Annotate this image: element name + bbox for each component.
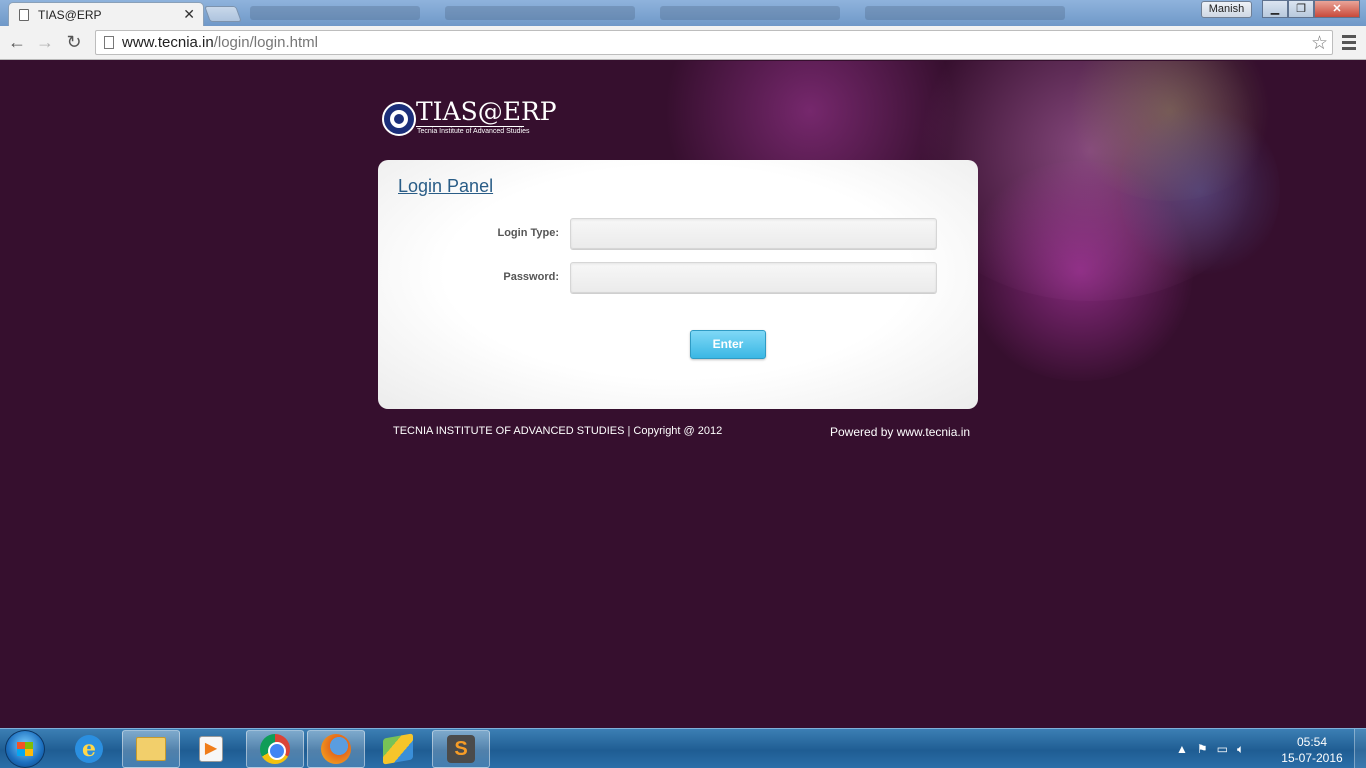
folder-icon <box>136 737 166 761</box>
clock-time: 05:54 <box>1296 735 1328 749</box>
password-input[interactable] <box>570 262 937 293</box>
background-glow <box>960 161 1200 381</box>
background-glow <box>1060 61 1280 201</box>
minimize-button[interactable]: ▁ <box>1262 0 1288 18</box>
star-icon[interactable]: ☆ <box>1311 32 1328 55</box>
taskbar-file-explorer[interactable] <box>122 730 180 768</box>
background-window-region <box>660 6 840 20</box>
url-host: www.tecnia.in <box>122 34 214 51</box>
taskbar-chrome[interactable] <box>246 730 304 768</box>
hamburger-menu-icon[interactable] <box>1340 32 1358 52</box>
sublime-text-icon: S <box>447 735 475 763</box>
page-info-icon[interactable] <box>104 36 114 49</box>
page-background: TIAS@ERP Tecnia Institute of Advanced St… <box>0 61 1366 728</box>
start-button[interactable] <box>5 730 45 768</box>
windows-taskbar: e ▶ S ▲ ⚑ ▭ 🔈︎ 05:54 15-07-2016 <box>0 728 1366 768</box>
url-path: /login/login.html <box>213 34 318 51</box>
tias-erp-logo: TIAS@ERP Tecnia Institute of Advanced St… <box>382 97 557 143</box>
action-center-flag-icon[interactable]: ⚑ <box>1197 742 1208 756</box>
browser-tab-active[interactable]: TIAS@ERP ✕ <box>8 2 204 26</box>
institute-seal-icon <box>382 102 416 136</box>
system-tray: ▲ ⚑ ▭ 🔈︎ <box>1176 729 1244 768</box>
enter-button[interactable]: Enter <box>690 330 766 359</box>
chrome-icon <box>260 734 290 764</box>
bluestacks-icon <box>383 733 413 765</box>
background-glow <box>1120 101 1280 281</box>
login-type-input[interactable] <box>570 218 937 249</box>
background-window-region <box>445 6 635 20</box>
taskbar-internet-explorer[interactable]: e <box>60 730 118 768</box>
back-arrow-icon[interactable]: ← <box>6 31 28 53</box>
forward-arrow-icon[interactable]: → <box>34 31 56 53</box>
logo-subtitle: Tecnia Institute of Advanced Studies <box>417 128 530 135</box>
tab-title: TIAS@ERP <box>38 7 102 22</box>
clock-date: 15-07-2016 <box>1281 751 1343 765</box>
tab-close-icon[interactable]: ✕ <box>183 6 195 23</box>
password-label: Password: <box>503 271 559 283</box>
taskbar-bluestacks[interactable] <box>369 730 427 768</box>
page-icon <box>19 8 29 21</box>
taskbar-sublime-text[interactable]: S <box>432 730 490 768</box>
new-tab-button[interactable] <box>204 6 242 22</box>
window-controls: ▁ ❐ ✕ <box>1262 0 1360 18</box>
firefox-icon <box>321 734 351 764</box>
login-type-label: Login Type: <box>497 227 559 239</box>
show-desktop-button[interactable] <box>1354 729 1366 768</box>
volume-icon[interactable]: 🔈︎ <box>1237 742 1244 757</box>
close-window-button[interactable]: ✕ <box>1314 0 1360 18</box>
panel-title[interactable]: Login Panel <box>398 176 493 197</box>
footer-copyright: TECNIA INSTITUTE OF ADVANCED STUDIES | C… <box>393 425 723 437</box>
network-icon[interactable]: ▭ <box>1217 742 1228 756</box>
background-window-region <box>865 6 1065 20</box>
media-player-icon: ▶ <box>199 736 223 762</box>
login-panel: Login Panel Login Type: Password: Enter <box>378 160 978 409</box>
logo-divider <box>416 126 524 127</box>
footer-powered-by: Powered by www.tecnia.in <box>830 425 971 439</box>
browser-toolbar: ← → ↻ www.tecnia.in /login/login.html ☆ <box>0 26 1366 60</box>
show-hidden-icons-icon[interactable]: ▲ <box>1176 742 1188 756</box>
taskbar-media-player[interactable]: ▶ <box>182 730 240 768</box>
logo-text: TIAS@ERP <box>416 97 557 126</box>
system-clock[interactable]: 05:54 15-07-2016 <box>1280 734 1344 766</box>
taskbar-firefox[interactable] <box>307 730 365 768</box>
background-window-region <box>250 6 420 20</box>
internet-explorer-icon: e <box>75 735 103 763</box>
profile-button[interactable]: Manish <box>1201 1 1252 18</box>
reload-icon[interactable]: ↻ <box>63 31 85 53</box>
restore-button[interactable]: ❐ <box>1288 0 1314 18</box>
address-bar[interactable]: www.tecnia.in /login/login.html ☆ <box>95 30 1333 55</box>
browser-titlebar: TIAS@ERP ✕ Manish ▁ ❐ ✕ <box>0 0 1366 26</box>
